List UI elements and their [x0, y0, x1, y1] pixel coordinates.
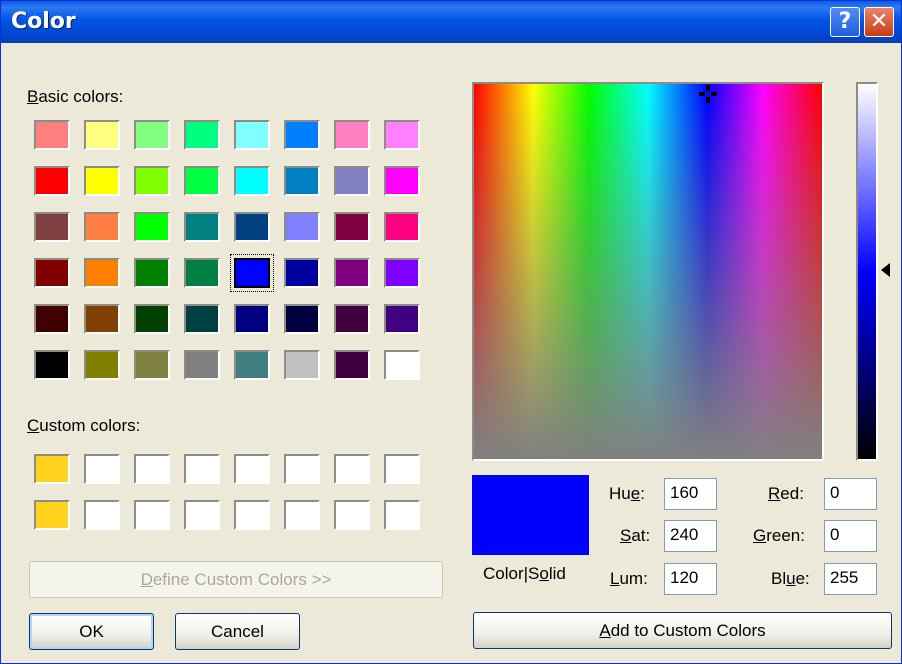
define-custom-colors-button[interactable]: Define Custom Colors >> [29, 561, 443, 598]
basic-color-swatch[interactable] [84, 350, 120, 380]
crosshair-icon [699, 85, 717, 103]
blue-label: Blue: [771, 569, 810, 588]
basic-color-swatch[interactable] [184, 350, 220, 380]
ok-button[interactable]: OK [29, 613, 154, 650]
basic-color-swatch[interactable] [34, 120, 70, 150]
custom-color-swatch[interactable] [334, 454, 370, 484]
custom-color-swatch[interactable] [234, 500, 270, 530]
blue-field[interactable]: 255 [824, 563, 877, 595]
green-field[interactable]: 0 [824, 520, 877, 552]
basic-color-swatch[interactable] [334, 258, 370, 288]
custom-colors-label: Custom colors: [27, 416, 141, 435]
sat-field[interactable]: 240 [664, 520, 717, 552]
custom-color-swatch[interactable] [234, 454, 270, 484]
basic-color-swatch[interactable] [134, 304, 170, 334]
basic-color-swatch[interactable] [384, 166, 420, 196]
hue-label: Hue: [609, 484, 645, 503]
title-bar[interactable]: Color ? ✕ [1, 1, 901, 43]
basic-color-swatch[interactable] [284, 258, 320, 288]
red-label: Red: [768, 484, 804, 503]
basic-color-swatch[interactable] [34, 166, 70, 196]
basic-color-swatch[interactable] [284, 120, 320, 150]
basic-color-swatch[interactable] [284, 350, 320, 380]
lum-label: Lum: [610, 569, 648, 588]
custom-color-swatch[interactable] [134, 500, 170, 530]
basic-color-swatch[interactable] [334, 166, 370, 196]
custom-color-swatch[interactable] [84, 454, 120, 484]
hue-field[interactable]: 160 [664, 478, 717, 510]
basic-color-swatch[interactable] [84, 120, 120, 150]
color-solid-preview [472, 475, 589, 555]
basic-color-swatch[interactable] [184, 120, 220, 150]
basic-color-swatch[interactable] [284, 212, 320, 242]
sat-label: Sat: [620, 526, 651, 545]
basic-color-swatch[interactable] [334, 212, 370, 242]
basic-color-swatch[interactable] [184, 166, 220, 196]
custom-color-swatch[interactable] [184, 454, 220, 484]
color-dialog: Color ? ✕ Basic colors: Custom colors: D… [0, 0, 902, 664]
basic-color-swatch[interactable] [284, 304, 320, 334]
basic-color-swatch[interactable] [84, 166, 120, 196]
basic-color-swatch[interactable] [34, 350, 70, 380]
basic-colors-label: Basic colors: [27, 87, 124, 106]
custom-color-swatch[interactable] [184, 500, 220, 530]
basic-color-swatch[interactable] [84, 304, 120, 334]
basic-color-swatch[interactable] [134, 166, 170, 196]
help-button[interactable]: ? [830, 7, 860, 37]
custom-color-swatch[interactable] [134, 454, 170, 484]
luminance-arrow-icon[interactable] [881, 263, 890, 277]
basic-color-swatch[interactable] [134, 258, 170, 288]
basic-color-swatch[interactable] [134, 120, 170, 150]
custom-color-swatch[interactable] [34, 454, 70, 484]
basic-color-swatch[interactable] [84, 258, 120, 288]
color-spectrum[interactable] [472, 82, 824, 461]
basic-color-swatch[interactable] [34, 304, 70, 334]
basic-color-swatch[interactable] [184, 258, 220, 288]
basic-color-swatch[interactable] [384, 120, 420, 150]
basic-color-swatch[interactable] [334, 304, 370, 334]
lum-field[interactable]: 120 [664, 563, 717, 595]
basic-color-swatch[interactable] [234, 304, 270, 334]
custom-color-swatch[interactable] [384, 454, 420, 484]
basic-color-swatch[interactable] [134, 212, 170, 242]
close-button[interactable]: ✕ [864, 7, 894, 37]
basic-color-swatch[interactable] [334, 120, 370, 150]
basic-color-swatch[interactable] [84, 212, 120, 242]
custom-color-swatch[interactable] [384, 500, 420, 530]
basic-color-swatch[interactable] [234, 120, 270, 150]
luminance-slider[interactable] [856, 82, 878, 461]
selected-basic-color-swatch[interactable] [230, 254, 274, 292]
basic-color-swatch[interactable] [384, 350, 420, 380]
cancel-button[interactable]: Cancel [175, 613, 300, 650]
custom-color-swatch[interactable] [84, 500, 120, 530]
window-title: Color [11, 9, 76, 34]
basic-color-swatch[interactable] [34, 212, 70, 242]
custom-color-swatch[interactable] [284, 454, 320, 484]
red-field[interactable]: 0 [824, 478, 877, 510]
basic-color-swatch[interactable] [184, 212, 220, 242]
basic-color-swatch[interactable] [184, 304, 220, 334]
basic-color-swatch[interactable] [234, 166, 270, 196]
basic-color-swatch[interactable] [384, 212, 420, 242]
custom-color-swatch[interactable] [284, 500, 320, 530]
basic-color-swatch[interactable] [284, 166, 320, 196]
basic-color-swatch[interactable] [384, 258, 420, 288]
green-label: Green: [753, 526, 805, 545]
color-solid-label: Color|Solid [483, 564, 566, 583]
custom-color-swatch[interactable] [334, 500, 370, 530]
custom-color-swatch[interactable] [34, 500, 70, 530]
basic-color-swatch[interactable] [134, 350, 170, 380]
basic-color-swatch[interactable] [384, 304, 420, 334]
basic-color-swatch[interactable] [234, 350, 270, 380]
basic-color-swatch[interactable] [34, 258, 70, 288]
basic-color-swatch[interactable] [234, 212, 270, 242]
add-to-custom-colors-button[interactable]: Add to Custom Colors [473, 612, 892, 649]
basic-color-swatch[interactable] [334, 350, 370, 380]
